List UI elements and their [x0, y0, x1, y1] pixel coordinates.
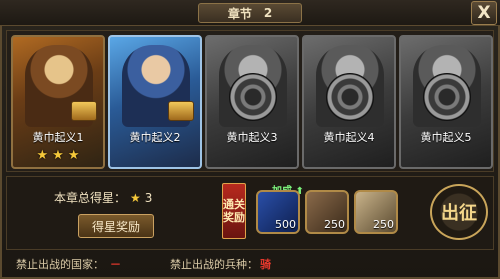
reward-item-scroll[interactable]: 500 — [256, 190, 300, 234]
stage-name: 黄巾起义4 — [323, 131, 375, 144]
stage-list: 黄巾起义1 ★ ★ ★ 黄巾起义2 黄巾起义3 黄巾起义4 黄巾起义5 — [6, 30, 494, 172]
pass-reward-line2: 奖励 — [223, 211, 245, 224]
reward-count: 250 — [324, 218, 345, 231]
chapter-summary-panel — [6, 176, 494, 250]
lock-icon — [326, 73, 374, 121]
stage-name: 黄巾起义1 — [32, 131, 84, 144]
stage-name: 黄巾起义3 — [226, 131, 278, 144]
stage-card-5[interactable]: 黄巾起义5 — [399, 35, 493, 169]
reward-count: 500 — [275, 218, 296, 231]
reward-item-wood[interactable]: 250 — [305, 190, 349, 234]
banned-unit-value: 骑 — [260, 258, 271, 271]
lock-icon — [229, 73, 277, 121]
pass-reward-line1: 通关 — [223, 198, 245, 211]
stage-name: 黄巾起义5 — [420, 131, 472, 144]
close-button[interactable]: X — [471, 1, 497, 25]
stage-name: 黄巾起义2 — [129, 131, 181, 144]
banned-country-value: － — [110, 258, 121, 271]
chapter-number: 2 — [263, 6, 273, 20]
stage-card-1[interactable]: 黄巾起义1 ★ ★ ★ — [11, 35, 105, 169]
stage-card-4[interactable]: 黄巾起义4 — [302, 35, 396, 169]
stage-stars: ★ ★ ★ — [13, 148, 103, 163]
total-stars-value: 3 — [144, 190, 153, 205]
banned-unit-label: 禁止出战的兵种： — [170, 258, 258, 271]
star-icon: ★ — [67, 148, 80, 163]
star-icon: ★ — [130, 190, 141, 205]
stage-card-3[interactable]: 黄巾起义3 — [205, 35, 299, 169]
reward-item-coin[interactable]: 250 — [354, 190, 398, 234]
chapter-title: 章节 2 — [198, 3, 302, 23]
pass-reward-label: 通关 奖励 — [222, 183, 246, 239]
total-stars-label: 本章总得星： — [54, 191, 127, 205]
banned-country-label: 禁止出战的国家： — [16, 258, 104, 271]
lock-icon — [423, 73, 471, 121]
stage-card-2[interactable]: 黄巾起义2 — [108, 35, 202, 169]
total-stars: 本章总得星： ★ 3 — [54, 189, 152, 206]
reward-count: 250 — [373, 218, 394, 231]
treasure-chest-icon — [71, 101, 97, 121]
march-button[interactable]: 出征 — [430, 184, 488, 240]
chapter-label: 章节 — [227, 6, 252, 21]
star-icon: ★ — [36, 148, 49, 163]
star-reward-button[interactable]: 得星奖励 — [78, 214, 154, 238]
battle-restrictions: 禁止出战的国家： － 禁止出战的兵种： 骑 — [6, 254, 494, 274]
star-icon: ★ — [52, 148, 64, 163]
treasure-chest-icon — [168, 101, 194, 121]
title-bar: 章节 2 X — [0, 0, 500, 26]
